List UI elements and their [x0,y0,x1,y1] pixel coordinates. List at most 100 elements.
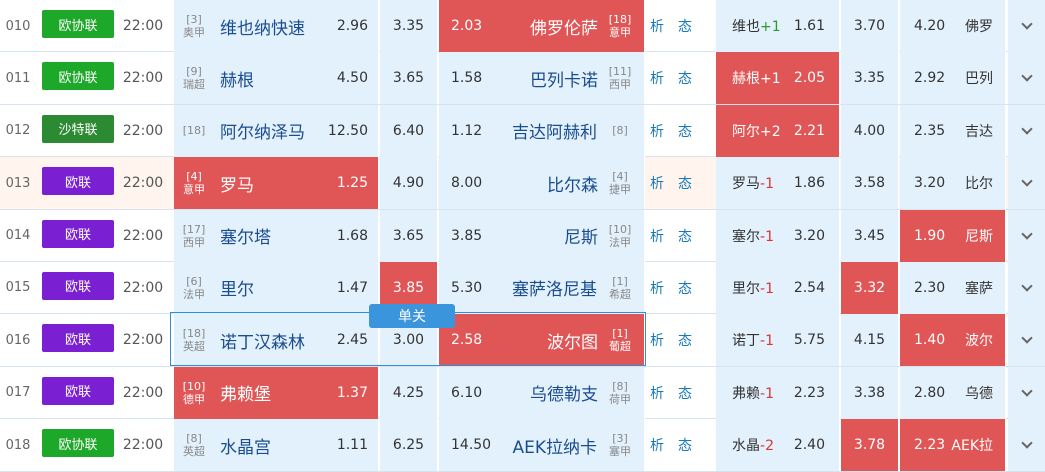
handicap-draw-option[interactable]: 3.45 [841,209,899,262]
handicap-home-option[interactable]: 水晶-2 2.40 [716,419,840,472]
form-link[interactable]: 态 [678,383,692,403]
league-badge[interactable]: 沙特联 [42,114,114,143]
expand-button[interactable] [1008,0,1045,52]
handicap-draw-option[interactable]: 3.32 [841,261,899,314]
handicap-home-option[interactable]: 里尔-1 2.54 [716,261,840,314]
away-rank-number: [3] [612,432,628,446]
away-win-odds: 8.00 [451,175,483,192]
away-win-option[interactable]: 2.58 波尔图 [1] 葡超 [439,314,645,367]
expand-button[interactable] [1008,366,1045,419]
league-badge[interactable]: 欧联 [42,219,114,248]
analysis-link[interactable]: 析 [650,173,664,193]
expand-button[interactable] [1008,419,1045,472]
draw-option[interactable]: 3.35 [380,0,438,52]
expand-button[interactable] [1008,104,1045,157]
form-link[interactable]: 态 [678,121,692,141]
draw-option[interactable]: 4.90 [380,157,438,210]
expand-button[interactable] [1008,157,1045,210]
handicap-away-option[interactable]: 2.23 AEK拉 [900,419,1006,472]
draw-option[interactable]: 4.25 [380,366,438,419]
away-win-option[interactable]: 3.85 尼斯 [10] 法甲 [439,209,645,262]
analysis-link[interactable]: 析 [650,121,664,141]
handicap-away-option[interactable]: 1.40 波尔 [900,314,1006,367]
handicap-draw-option[interactable]: 3.78 [841,419,899,472]
handicap-away-option[interactable]: 3.20 比尔 [900,157,1006,210]
draw-option[interactable]: 6.25 [380,419,438,472]
expand-button[interactable] [1008,261,1045,314]
draw-odds: 3.00 [392,332,425,349]
handicap-away-option[interactable]: 4.20 佛罗 [900,0,1006,52]
expand-button[interactable] [1008,209,1045,262]
home-win-option[interactable]: [9] 瑞超 赫根 4.50 [174,52,379,105]
away-rank-number: [10] [608,222,632,236]
away-rank-number: [4] [612,170,628,184]
handicap-draw-odds: 3.35 [853,70,886,87]
away-win-option[interactable]: 5.30 塞萨洛尼基 [1] 希超 [439,261,645,314]
away-win-option[interactable]: 8.00 比尔森 [4] 捷甲 [439,157,645,210]
handicap-home-label: 维也+1 [732,16,781,36]
handicap-draw-option[interactable]: 3.70 [841,0,899,52]
handicap-home-option[interactable]: 维也+1 1.61 [716,0,840,52]
handicap-home-option[interactable]: 罗马-1 1.86 [716,157,840,210]
league-badge[interactable]: 欧联 [42,167,114,196]
handicap-draw-option[interactable]: 3.35 [841,52,899,105]
away-win-option[interactable]: 2.03 佛罗伦萨 [18] 意甲 [439,0,645,52]
handicap-home-option[interactable]: 塞尔-1 3.20 [716,209,840,262]
analysis-link[interactable]: 析 [650,68,664,88]
away-rank: [10] 法甲 [604,210,636,262]
away-win-option[interactable]: 6.10 乌德勒支 [8] 荷甲 [439,366,645,419]
home-win-option[interactable]: [18] 阿尔纳泽马 12.50 [174,104,379,157]
draw-option[interactable]: 6.40 [380,104,438,157]
league-badge[interactable]: 欧协联 [42,10,114,38]
league-badge[interactable]: 欧联 [42,271,114,300]
draw-option[interactable]: 3.65 [380,52,438,105]
home-win-option[interactable]: [10] 德甲 弗赖堡 1.37 [174,366,379,419]
home-win-option[interactable]: [3] 奥甲 维也纳快速 2.96 [174,0,379,52]
league-badge[interactable]: 欧协联 [42,429,114,458]
league-badge[interactable]: 欧联 [42,324,114,353]
league-badge[interactable]: 欧联 [42,376,114,405]
analysis-link[interactable]: 析 [650,383,664,403]
away-win-option[interactable]: 14.50 AEK拉纳卡 [3] 塞甲 [439,419,645,472]
expand-button[interactable] [1008,52,1045,105]
handicap-away-option[interactable]: 2.35 吉达 [900,104,1006,157]
away-win-option[interactable]: 1.12 吉达阿赫利 [8] [439,104,645,157]
handicap-draw-odds: 3.78 [853,437,886,454]
form-link[interactable]: 态 [678,435,692,455]
analysis-link[interactable]: 析 [650,278,664,298]
handicap-draw-option[interactable]: 4.15 [841,314,899,367]
league-badge[interactable]: 欧协联 [42,62,114,91]
form-link[interactable]: 态 [678,278,692,298]
analysis-link[interactable]: 析 [650,16,664,36]
form-link[interactable]: 态 [678,68,692,88]
draw-option[interactable]: 3.65 [380,209,438,262]
home-win-option[interactable]: [8] 英超 水晶宫 1.11 [174,419,379,472]
home-win-option[interactable]: [18] 英超 诺丁汉森林 2.45 [174,314,379,367]
home-win-option[interactable]: [6] 法甲 里尔 1.47 [174,261,379,314]
home-win-option[interactable]: [4] 意甲 罗马 1.25 [174,157,379,210]
handicap-home-option[interactable]: 诺丁-1 5.75 [716,314,840,367]
handicap-value: 2 [765,438,774,455]
analysis-link[interactable]: 析 [650,435,664,455]
handicap-away-option[interactable]: 2.80 乌德 [900,366,1006,419]
handicap-home-option[interactable]: 赫根+1 2.05 [716,52,840,105]
handicap-draw-option[interactable]: 3.58 [841,157,899,210]
form-link[interactable]: 态 [678,226,692,246]
analysis-link[interactable]: 析 [650,330,664,350]
handicap-home-option[interactable]: 阿尔+2 2.21 [716,104,840,157]
draw-odds: 4.25 [392,384,425,401]
handicap-draw-option[interactable]: 4.00 [841,104,899,157]
form-link[interactable]: 态 [678,173,692,193]
home-win-option[interactable]: [17] 西甲 塞尔塔 1.68 [174,209,379,262]
handicap-home-option[interactable]: 弗赖-1 2.23 [716,366,840,419]
away-win-option[interactable]: 1.58 巴列卡诺 [11] 西甲 [439,52,645,105]
analysis-link[interactable]: 析 [650,226,664,246]
form-link[interactable]: 态 [678,330,692,350]
handicap-away-option[interactable]: 1.90 尼斯 [900,209,1006,262]
handicap-draw-option[interactable]: 3.38 [841,366,899,419]
chevron-down-icon [1020,227,1033,240]
handicap-away-option[interactable]: 2.30 塞萨 [900,261,1006,314]
form-link[interactable]: 态 [678,16,692,36]
expand-button[interactable] [1008,314,1045,367]
handicap-away-option[interactable]: 2.92 巴列 [900,52,1006,105]
